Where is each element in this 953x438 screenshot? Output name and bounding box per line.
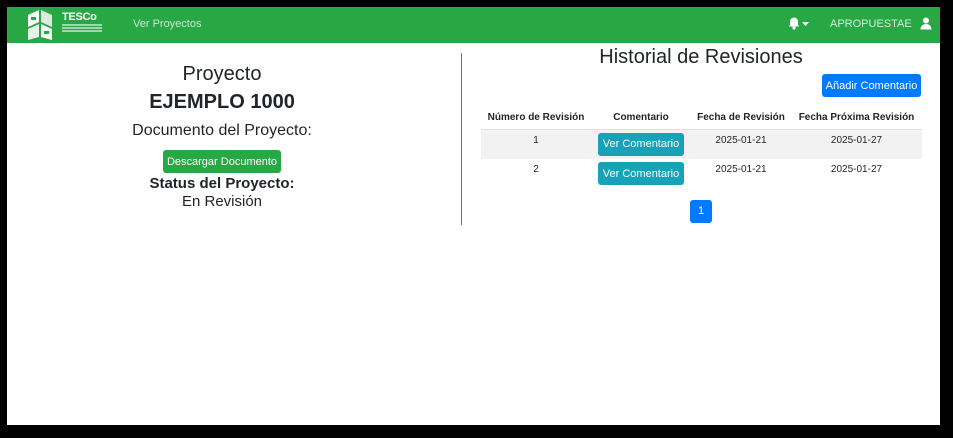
- project-name: EJEMPLO 1000: [149, 91, 295, 113]
- navbar: TESCo Ver Proyectos APROPUESTAE: [7, 7, 940, 43]
- column-header: Fecha de Revisión: [691, 107, 791, 130]
- project-panel: Proyecto EJEMPLO 1000 Documento del Proy…: [7, 43, 461, 233]
- logo-icon: [28, 10, 52, 40]
- add-comment-button[interactable]: Añadir Comentario: [822, 74, 921, 97]
- brand-text: TESCo: [62, 11, 97, 23]
- column-header: Número de Revisión: [481, 107, 591, 130]
- status-value: En Revisión: [181, 193, 263, 210]
- pagination-page-1[interactable]: 1: [690, 200, 712, 223]
- history-title: Historial de Revisiones: [599, 46, 803, 68]
- table-row: 2 Ver Comentario 2025-01-21 2025-01-27: [481, 159, 922, 189]
- project-heading: Proyecto: [182, 63, 262, 85]
- brand-subtitle: [62, 24, 102, 36]
- bell-icon: [788, 17, 800, 30]
- revision-history-table: Número de Revisión Comentario Fecha de R…: [481, 107, 922, 189]
- next-revision-date: 2025-01-27: [830, 164, 883, 175]
- document-label: Documento del Proyecto:: [132, 122, 312, 139]
- download-document-button[interactable]: Descargar Documento: [163, 150, 281, 173]
- column-header: Comentario: [591, 107, 691, 130]
- revision-date: 2025-01-21: [715, 164, 767, 175]
- column-header: Fecha Próxima Revisión: [791, 107, 922, 130]
- brand-logo[interactable]: TESCo: [25, 9, 105, 41]
- next-revision-date: 2025-01-27: [791, 129, 922, 159]
- revision-number: 1: [481, 129, 591, 159]
- user-name[interactable]: APROPUESTAE: [830, 18, 912, 30]
- comment-cell: Ver Comentario: [591, 159, 691, 189]
- revision-number: 2: [533, 164, 539, 175]
- user-icon[interactable]: [920, 17, 932, 30]
- revision-date: 2025-01-21: [691, 129, 791, 159]
- comment-cell: Ver Comentario: [591, 129, 691, 159]
- table-row: 1 Ver Comentario 2025-01-21 2025-01-27: [481, 129, 922, 159]
- app-window: TESCo Ver Proyectos APROPUESTAE Proyecto…: [7, 7, 940, 425]
- view-comment-button[interactable]: Ver Comentario: [598, 132, 684, 156]
- status-label: Status del Proyecto:: [149, 175, 295, 192]
- nav-ver-proyectos[interactable]: Ver Proyectos: [133, 18, 201, 30]
- notifications-dropdown[interactable]: [788, 16, 810, 32]
- view-comment-button[interactable]: Ver Comentario: [598, 162, 684, 185]
- column-divider: [461, 53, 462, 225]
- caret-down-icon: [802, 22, 809, 26]
- table-header-row: Número de Revisión Comentario Fecha de R…: [481, 107, 922, 130]
